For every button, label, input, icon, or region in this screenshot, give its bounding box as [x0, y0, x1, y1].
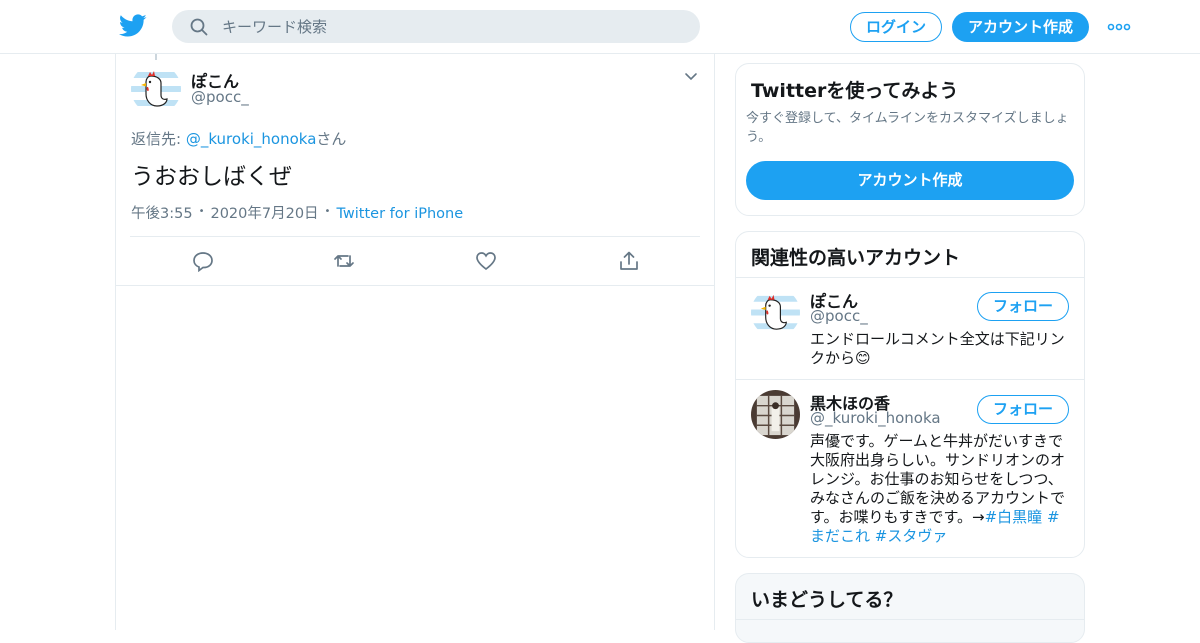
related-accounts-title: 関連性の高いアカウント: [751, 247, 961, 269]
search-bar[interactable]: [172, 10, 700, 43]
photo-avatar-icon: [751, 390, 800, 439]
account-bio: 声優です。ゲームと牛丼がだいすきで大阪府出身らしい。サンドリオンのオレンジ。お仕…: [810, 432, 1072, 546]
related-divider: [736, 277, 1084, 278]
share-icon[interactable]: [618, 250, 640, 272]
account-handle[interactable]: @pocc_: [810, 307, 868, 325]
reply-prefix: 返信先:: [131, 130, 186, 148]
related-divider: [736, 379, 1084, 380]
trends-card: いまどうしてる？: [735, 573, 1085, 643]
thread-connector-line: [155, 54, 157, 60]
account-avatar[interactable]: [751, 390, 800, 439]
tweet-column: ぽこん @pocc_ 返信先: @_kuroki_honokaさん うおおしばく…: [115, 54, 715, 630]
search-input[interactable]: [222, 10, 682, 43]
chevron-down-icon[interactable]: [684, 72, 698, 82]
signup-button[interactable]: アカウント作成: [952, 12, 1089, 42]
reply-context: 返信先: @_kuroki_honokaさん: [131, 128, 346, 149]
signup-card: Twitterを使ってみよう 今すぐ登録して、タイムラインをカスタマイズしましょ…: [735, 63, 1085, 216]
search-icon: [190, 18, 208, 36]
tweet-time[interactable]: 午後3:55: [131, 206, 193, 222]
heart-icon[interactable]: [475, 250, 497, 272]
more-dots-icon[interactable]: [1107, 22, 1131, 32]
tweet-divider: [130, 236, 700, 237]
reply-suffix: さん: [316, 130, 347, 148]
trends-divider: [736, 619, 1084, 620]
signup-card-title: Twitterを使ってみよう: [751, 80, 959, 102]
tweet-source-link[interactable]: Twitter for iPhone: [336, 206, 463, 222]
trends-title: いまどうしてる？: [751, 589, 903, 611]
author-handle[interactable]: @pocc_: [191, 88, 249, 106]
retweet-icon[interactable]: [333, 250, 355, 272]
tweet-metadata: 午後3:55 • 2020年7月20日 • Twitter for iPhone: [131, 202, 463, 223]
actions-divider: [116, 285, 714, 286]
login-button[interactable]: ログイン: [850, 12, 942, 42]
account-handle[interactable]: @_kuroki_honoka: [810, 409, 941, 427]
reply-handle-link[interactable]: @_kuroki_honoka: [186, 130, 317, 148]
signup-card-button[interactable]: アカウント作成: [746, 161, 1074, 200]
signup-card-description: 今すぐ登録して、タイムラインをカスタマイズしましょう。: [746, 111, 1069, 145]
tweet-date[interactable]: 2020年7月20日: [210, 206, 318, 222]
follow-button[interactable]: フォロー: [977, 292, 1069, 321]
chicken-avatar-icon: [131, 64, 181, 114]
follow-button[interactable]: フォロー: [977, 395, 1069, 424]
related-accounts-card: 関連性の高いアカウント ぽこん @pocc_ フォロー エンドロールコメント全文…: [735, 231, 1085, 558]
top-navigation-bar: ログイン アカウント作成: [0, 0, 1200, 54]
chicken-avatar-icon: [751, 288, 800, 337]
twitter-bird-icon[interactable]: [119, 14, 147, 38]
separator-dot: •: [198, 206, 205, 217]
hashtag-link[interactable]: #白黒瞳: [985, 508, 1043, 526]
separator-dot: •: [324, 206, 331, 217]
account-bio: エンドロールコメント全文は下記リンクから😊: [810, 330, 1065, 367]
author-avatar[interactable]: [131, 64, 181, 114]
account-avatar[interactable]: [751, 288, 800, 337]
tweet-text: うおおしばくぜ: [131, 164, 292, 190]
hashtag-link[interactable]: #スタヴァ: [875, 527, 948, 545]
reply-icon[interactable]: [192, 250, 214, 272]
